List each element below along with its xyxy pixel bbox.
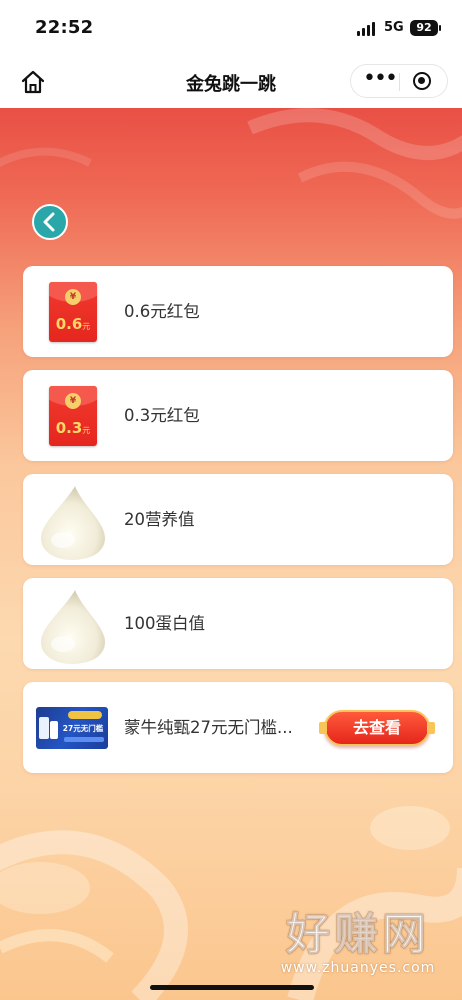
rewards-panel: ¥ 0.6元 0.6元红包 ¥ 0.3元 0.3元红包 20营养值 100蛋白值… (0, 108, 462, 1000)
ad-card[interactable]: 27元无门槛 蒙牛纯甄27元无门槛... 去查看 (23, 682, 453, 773)
home-indicator[interactable] (150, 985, 314, 990)
close-circle-icon[interactable] (413, 72, 431, 90)
watermark-logo: 好赚网 www.zhuanyes.com (258, 909, 458, 990)
network-type: 5G (384, 20, 404, 35)
view-button[interactable]: 去查看 (319, 710, 435, 746)
ad-label: 蒙牛纯甄27元无门槛... (124, 718, 293, 737)
watermark-url: www.zhuanyes.com (280, 960, 436, 976)
milk-drop-icon (41, 590, 105, 664)
chevron-left-icon (43, 212, 55, 232)
capsule-divider (399, 73, 400, 91)
reward-card: 20营养值 (23, 474, 453, 565)
reward-label: 20营养值 (124, 510, 195, 529)
milk-drop-icon (41, 486, 105, 560)
nav-bar: 金兔跳一跳 ••• (0, 56, 462, 108)
red-packet-amount: 0.3 (55, 419, 83, 437)
watermark-text: 好赚网 (286, 909, 430, 960)
status-bar: 22:52 5G 92 (0, 0, 462, 56)
red-packet-icon: ¥ 0.6元 (49, 282, 97, 342)
red-packet-icon: ¥ 0.3元 (49, 386, 97, 446)
back-button[interactable] (32, 204, 68, 240)
signal-icon (357, 22, 377, 36)
reward-card: ¥ 0.6元 0.6元红包 (23, 266, 453, 357)
reward-card: ¥ 0.3元 0.3元红包 (23, 370, 453, 461)
reward-label: 0.6元红包 (124, 302, 200, 321)
promo-thumbnail-text: 27元无门槛 (62, 724, 104, 733)
promo-thumbnail: 27元无门槛 (36, 707, 108, 749)
red-packet-amount: 0.6 (55, 315, 83, 333)
status-time: 22:52 (35, 17, 94, 38)
reward-label: 0.3元红包 (124, 406, 200, 425)
more-icon[interactable]: ••• (363, 68, 398, 90)
battery-icon: 92 (410, 20, 441, 36)
red-packet-unit: 元 (82, 322, 91, 331)
red-packet-unit: 元 (82, 426, 91, 435)
reward-card: 100蛋白值 (23, 578, 453, 669)
reward-label: 100蛋白值 (124, 614, 205, 633)
mini-program-capsule: ••• (350, 64, 448, 98)
